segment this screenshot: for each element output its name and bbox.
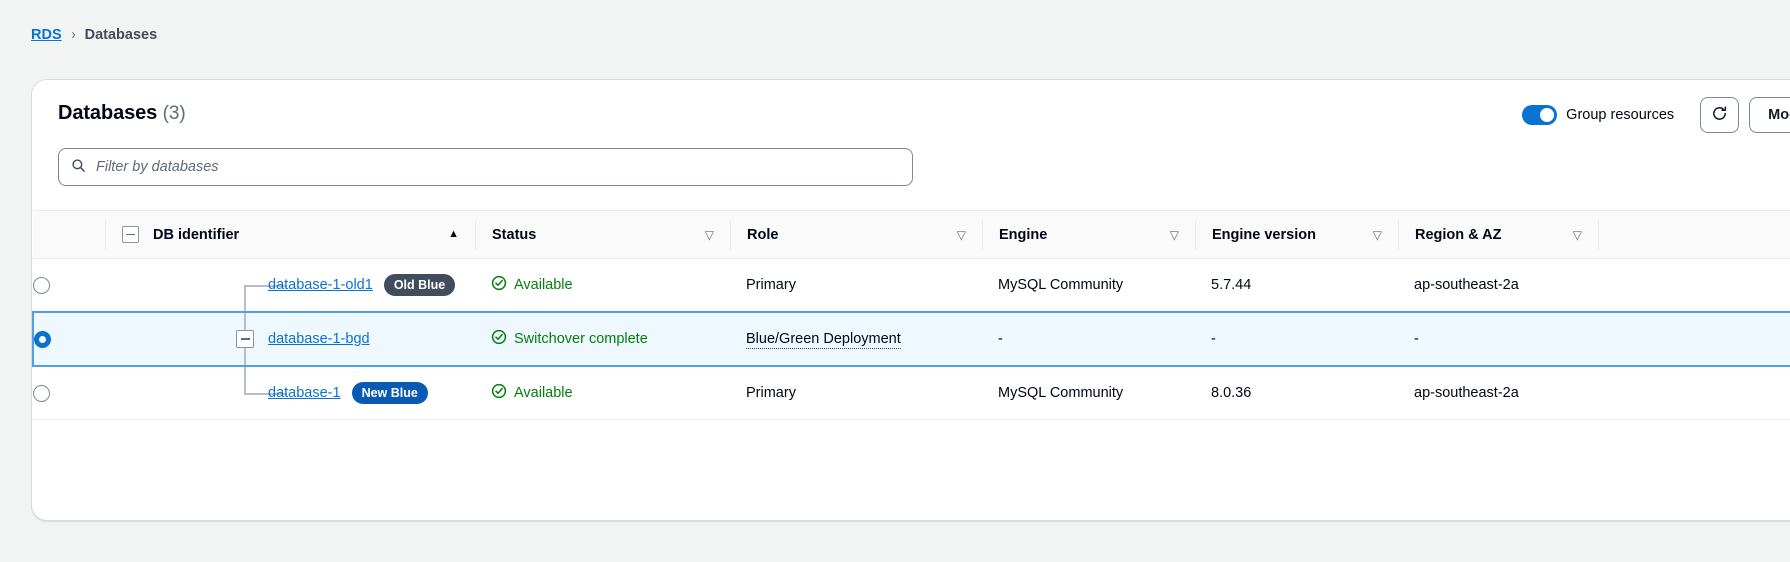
cell-db-identifier: database-1-old1 Old Blue — [105, 259, 475, 313]
column-header-engine[interactable]: Engine ▽ — [982, 211, 1195, 259]
search-input[interactable]: Filter by databases — [58, 148, 913, 186]
select-all-checkbox[interactable] — [122, 226, 139, 243]
cell-overflow — [1598, 311, 1790, 367]
cell-overflow — [1598, 259, 1790, 313]
cell-role: Blue/Green Deployment — [730, 311, 982, 367]
databases-count: (3) — [162, 103, 186, 124]
cell-status: Available — [475, 366, 730, 420]
sort-icon-engine-version[interactable]: ▽ — [1373, 229, 1382, 241]
modify-button[interactable]: Modi — [1749, 97, 1790, 133]
card-header: Databases (3) Group resources Modi — [32, 80, 1790, 148]
cell-engine-version: 8.0.36 — [1195, 366, 1398, 420]
column-header-engine-label: Engine — [999, 226, 1048, 243]
column-header-status[interactable]: Status ▽ — [475, 211, 730, 259]
search-icon — [71, 158, 86, 176]
column-header-overflow — [1598, 211, 1790, 259]
cell-engine: MySQL Community — [982, 259, 1195, 313]
cell-engine: - — [982, 311, 1195, 367]
column-header-role[interactable]: Role ▽ — [730, 211, 982, 259]
row-radio-selected[interactable] — [34, 330, 51, 348]
table-row[interactable]: database-1 New Blue Available Primary My… — [33, 366, 1790, 420]
engine-text: - — [998, 331, 1003, 347]
row-select-cell[interactable] — [33, 366, 105, 420]
status-text: Available — [514, 277, 573, 293]
row-radio[interactable] — [33, 384, 50, 402]
cell-region-az: ap-southeast-2a — [1398, 259, 1598, 313]
check-circle-icon — [491, 383, 507, 403]
region-az-text: ap-southeast-2a — [1414, 277, 1519, 293]
column-header-db-identifier-label: DB identifier — [153, 226, 240, 243]
column-header-region-az[interactable]: Region & AZ ▽ — [1398, 211, 1598, 259]
toggle-switch[interactable] — [1522, 105, 1558, 125]
table-row[interactable]: database-1-bgd Switchover complete Blue/… — [32, 311, 1790, 367]
cell-region-az: - — [1398, 311, 1598, 367]
db-identifier-link[interactable]: database-1-old1 — [268, 277, 373, 293]
cell-status: Available — [475, 259, 730, 313]
engine-version-text: 8.0.36 — [1211, 385, 1252, 401]
engine-version-text: - — [1211, 331, 1216, 347]
sort-ascending-icon[interactable]: ▲ — [448, 229, 459, 240]
cell-db-identifier: database-1-bgd — [105, 311, 475, 367]
status-badge: New Blue — [351, 382, 428, 404]
filter-row: Filter by databases — [32, 148, 1790, 210]
breadcrumb-current-databases: Databases — [84, 26, 158, 43]
page-title-text: Databases — [58, 102, 158, 124]
column-header-engine-version-label: Engine version — [1212, 226, 1316, 243]
db-identifier-link[interactable]: database-1 — [268, 385, 341, 401]
engine-version-text: 5.7.44 — [1211, 277, 1252, 293]
group-resources-label: Group resources — [1566, 107, 1675, 123]
cell-role: Primary — [730, 366, 982, 420]
cell-engine-version: - — [1195, 311, 1398, 367]
breadcrumb: RDS › Databases — [31, 26, 157, 43]
table-row[interactable]: database-1-old1 Old Blue Available Prima… — [33, 258, 1790, 313]
engine-text: MySQL Community — [998, 277, 1124, 293]
status-text: Switchover complete — [514, 331, 648, 347]
refresh-button[interactable] — [1700, 97, 1740, 133]
cell-region-az: ap-southeast-2a — [1398, 366, 1598, 420]
sort-icon-region-az[interactable]: ▽ — [1573, 229, 1582, 241]
search-placeholder: Filter by databases — [96, 159, 219, 175]
toggle-knob — [1540, 108, 1555, 122]
sort-icon-engine[interactable]: ▽ — [1170, 229, 1179, 241]
cell-engine-version: 5.7.44 — [1195, 259, 1398, 313]
cell-role: Primary — [730, 259, 982, 313]
region-az-text: ap-southeast-2a — [1414, 385, 1519, 401]
status-badge: Old Blue — [383, 274, 456, 296]
table-body: database-1-old1 Old Blue Available Prima… — [32, 258, 1790, 420]
breadcrumb-link-rds[interactable]: RDS — [31, 27, 62, 43]
column-header-region-az-label: Region & AZ — [1415, 226, 1502, 243]
column-header-role-label: Role — [747, 226, 779, 243]
check-circle-icon — [491, 275, 507, 295]
sort-icon-status[interactable]: ▽ — [705, 229, 714, 241]
table-header: DB identifier ▲ Status ▽ Role ▽ Engine ▽… — [33, 210, 1790, 259]
cell-engine: MySQL Community — [982, 366, 1195, 420]
cell-db-identifier: database-1 New Blue — [105, 366, 475, 420]
role-text: Primary — [746, 385, 796, 401]
refresh-icon — [1711, 105, 1728, 126]
engine-text: MySQL Community — [998, 385, 1124, 401]
sort-icon-role[interactable]: ▽ — [957, 229, 966, 241]
header-select-cell — [33, 211, 105, 259]
row-select-cell[interactable] — [33, 259, 105, 313]
group-resources-toggle[interactable]: Group resources — [1522, 105, 1674, 125]
column-header-status-label: Status — [492, 226, 537, 243]
databases-card: Databases (3) Group resources Modi — [31, 79, 1790, 521]
cell-overflow — [1598, 366, 1790, 420]
role-tooltip-text[interactable]: Blue/Green Deployment — [746, 331, 901, 349]
databases-table: DB identifier ▲ Status ▽ Role ▽ Engine ▽… — [32, 210, 1790, 420]
db-identifier-link[interactable]: database-1-bgd — [268, 331, 370, 347]
header-actions: Group resources Modi — [1522, 97, 1790, 133]
breadcrumb-separator-icon: › — [71, 26, 76, 43]
column-header-engine-version[interactable]: Engine version ▽ — [1195, 211, 1398, 259]
row-radio[interactable] — [33, 276, 50, 294]
role-text: Primary — [746, 277, 796, 293]
check-circle-icon — [491, 329, 507, 349]
region-az-text: - — [1414, 331, 1419, 347]
cell-status: Switchover complete — [475, 311, 730, 367]
table-header-row: DB identifier ▲ Status ▽ Role ▽ Engine ▽… — [33, 210, 1790, 259]
page-title: Databases (3) — [58, 102, 186, 125]
row-select-cell[interactable] — [32, 311, 105, 367]
column-header-db-identifier[interactable]: DB identifier ▲ — [105, 211, 475, 259]
status-text: Available — [514, 385, 573, 401]
